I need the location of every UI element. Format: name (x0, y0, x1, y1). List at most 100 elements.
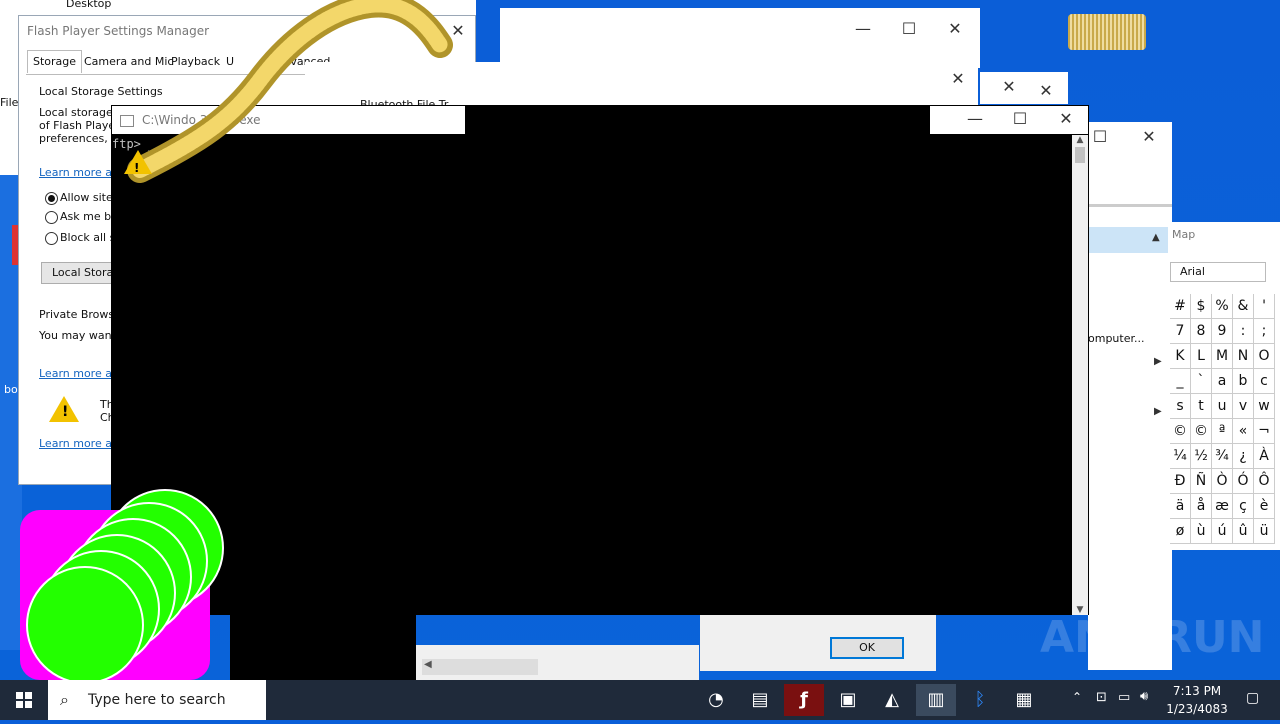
charmap-cell[interactable]: N (1233, 344, 1254, 369)
charmap-cell[interactable]: ª (1212, 419, 1233, 444)
ok-button[interactable]: OK (830, 637, 904, 659)
charmap-cell[interactable]: ¾ (1212, 444, 1233, 469)
charmap-cell[interactable]: s (1170, 394, 1191, 419)
charmap-cell[interactable]: c (1254, 369, 1275, 394)
charmap-cell[interactable]: & (1233, 294, 1254, 319)
radio-allow-sites[interactable] (45, 192, 58, 205)
console-minimize-button[interactable]: — (952, 104, 998, 134)
charmap-cell[interactable]: ù (1191, 519, 1212, 544)
scroll-thumb[interactable] (1075, 147, 1085, 163)
bg1-close-button[interactable]: ✕ (932, 14, 978, 44)
console-close-button[interactable]: ✕ (1043, 104, 1089, 134)
clock-date[interactable]: 1/23/4083 (1162, 702, 1232, 716)
warning-icon-mark: ! (62, 404, 69, 420)
menu-item-computer[interactable]: omputer... (1088, 332, 1144, 345)
charmap-cell[interactable]: Ó (1233, 469, 1254, 494)
charmap-cell[interactable]: Ò (1212, 469, 1233, 494)
charmap-cell[interactable]: # (1170, 294, 1191, 319)
console-scrollbar[interactable]: ▲ ▼ (1072, 135, 1088, 615)
charmap-cell[interactable]: ` (1191, 369, 1212, 394)
charmap-cell[interactable]: ; (1254, 319, 1275, 344)
charmap-cell[interactable]: ü (1254, 519, 1275, 544)
notification-icon[interactable]: ▢ (1246, 690, 1259, 706)
background-window-3: ✕ ✕ (980, 72, 1068, 104)
charmap-cell[interactable]: ä (1170, 494, 1191, 519)
charmap-cell[interactable]: 7 (1170, 319, 1191, 344)
charmap-cell[interactable]: Ñ (1191, 469, 1212, 494)
charmap-cell[interactable]: u (1212, 394, 1233, 419)
bg3-close-button-2[interactable]: ✕ (1026, 76, 1066, 106)
charmap-cell[interactable]: % (1212, 294, 1233, 319)
charmap-cell[interactable]: $ (1191, 294, 1212, 319)
radio-ask-me[interactable] (45, 211, 58, 224)
radio-block-all[interactable] (45, 232, 58, 245)
tray-wifi-icon[interactable]: ▭ (1118, 690, 1130, 705)
start-button[interactable] (0, 680, 48, 720)
charmap-cell[interactable]: ' (1254, 294, 1275, 319)
charmap-cell[interactable]: © (1191, 419, 1212, 444)
charmap-window: Map Arial # $% & ' 7 8 9:; K L M N O _ ` a b c s t u v w © © ª «¬… (1168, 222, 1280, 550)
charmap-cell[interactable]: ú (1212, 519, 1233, 544)
charmap-cell[interactable]: L (1191, 344, 1212, 369)
window-icon[interactable]: ▥ (916, 684, 956, 716)
charmap-cell[interactable]: K (1170, 344, 1191, 369)
task-view-icon[interactable]: ◔ (696, 684, 736, 716)
charmap-cell[interactable]: Ð (1170, 469, 1191, 494)
bluetooth-icon[interactable]: ᛒ (960, 684, 1000, 716)
horizontal-scrollbar[interactable] (422, 659, 538, 675)
flash-icon[interactable]: ƒ (784, 684, 824, 716)
charmap-cell[interactable]: w (1254, 394, 1275, 419)
charmap-cell[interactable]: ø (1170, 519, 1191, 544)
charmap-cell[interactable]: ¿ (1233, 444, 1254, 469)
bg2-close-button[interactable]: ✕ (935, 64, 981, 94)
charmap-cell[interactable]: a (1212, 369, 1233, 394)
submenu-arrow-icon-1: ▶ (1154, 356, 1162, 367)
charmap-cell[interactable]: å (1191, 494, 1212, 519)
charmap-cell[interactable]: ç (1233, 494, 1254, 519)
charmap-cell[interactable]: 9 (1212, 319, 1233, 344)
tray-volume-icon[interactable]: 🔊︎ (1140, 689, 1148, 704)
right-window: ☐ ✕ ▲ omputer... ▶ ▶ (1088, 122, 1172, 670)
charmap-cell[interactable]: O (1254, 344, 1275, 369)
collapse-arrow-icon[interactable]: ▲ (1152, 232, 1160, 243)
editor-icon[interactable]: ◭ (872, 684, 912, 716)
console-maximize-button[interactable]: ☐ (997, 104, 1043, 134)
bottom-dialog: OK (700, 615, 936, 671)
charmap-cell[interactable]: « (1233, 419, 1254, 444)
tab-storage[interactable]: Storage (27, 50, 83, 73)
explorer-file-label[interactable]: File (0, 96, 18, 109)
charmap-cell[interactable]: æ (1212, 494, 1233, 519)
anyrun-watermark: ANY RUN (1040, 612, 1265, 663)
charmap-cell[interactable]: ¬ (1254, 419, 1275, 444)
charmap-cell[interactable]: 8 (1191, 319, 1212, 344)
charmap-cell[interactable]: ½ (1191, 444, 1212, 469)
storage-body-line-3: preferences, o (39, 132, 118, 145)
charmap-cell[interactable]: À (1254, 444, 1275, 469)
scroll-up-icon[interactable]: ▲ (1072, 135, 1088, 145)
charmap-cell[interactable]: è (1254, 494, 1275, 519)
charmap-cell[interactable]: ¼ (1170, 444, 1191, 469)
tray-network-icon[interactable]: ⊡ (1096, 690, 1107, 705)
charmap-cell[interactable]: M (1212, 344, 1233, 369)
archive-icon[interactable]: ▤ (740, 684, 780, 716)
scroll-left-icon[interactable]: ◀ (424, 659, 432, 670)
submenu-arrow-icon-2: ▶ (1154, 406, 1162, 417)
clock-time[interactable]: 7:13 PM (1162, 684, 1232, 698)
bg1-maximize-button[interactable]: ☐ (886, 14, 932, 44)
charmap-cell[interactable]: û (1233, 519, 1254, 544)
bg1-minimize-button[interactable]: — (840, 14, 886, 44)
explorer-row-desktop[interactable]: Desktop (66, 0, 111, 10)
network-icon[interactable]: ▣ (828, 684, 868, 716)
charmap-title: Map (1172, 228, 1196, 241)
charmap-cell[interactable]: © (1170, 419, 1191, 444)
charmap-cell[interactable]: t (1191, 394, 1212, 419)
charmap-cell[interactable]: b (1233, 369, 1254, 394)
right-close-button[interactable]: ✕ (1126, 122, 1172, 152)
charmap-cell[interactable]: Ô (1254, 469, 1275, 494)
charmap-cell[interactable]: : (1233, 319, 1254, 344)
charmap-cell[interactable]: _ (1170, 369, 1191, 394)
tray-chevron-icon[interactable]: ⌃ (1072, 690, 1082, 704)
charmap-cell[interactable]: v (1233, 394, 1254, 419)
windows-logo-icon (16, 692, 32, 708)
app-icon[interactable]: ▦ (1004, 684, 1044, 716)
